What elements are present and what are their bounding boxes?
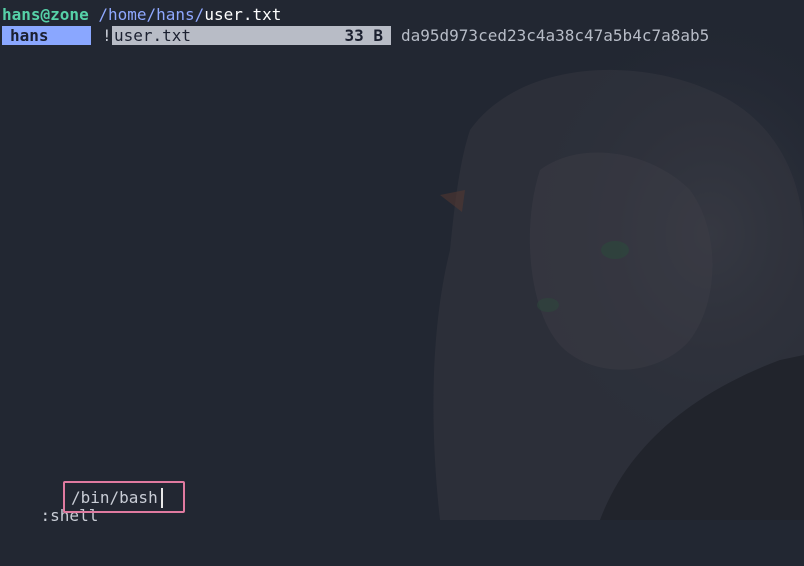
file-preview-content: da95d973ced23c4a38c47a5b4c7a8ab5 (401, 26, 710, 45)
terminal-window: hans@zone /home/hans/user.txt hans ! use… (0, 0, 804, 525)
tab-hans[interactable]: hans (2, 26, 91, 45)
text-cursor (161, 488, 163, 508)
file-marker: ! (102, 26, 112, 45)
selected-file-entry[interactable]: user.txt 33 B (112, 26, 391, 45)
file-name: user.txt (114, 26, 192, 45)
command-input[interactable]: /bin/bash (63, 481, 185, 513)
command-line: :shell /bin/bash (2, 481, 185, 525)
tab-label: hans (10, 26, 49, 45)
file-list-row: hans ! user.txt 33 B da95d973ced23c4a38c… (2, 26, 709, 45)
command-input-value: /bin/bash (71, 488, 158, 507)
path-header: hans@zone /home/hans/user.txt (2, 5, 281, 25)
current-file-name: user.txt (204, 5, 282, 24)
current-dir-path[interactable]: /home/hans/ (98, 5, 204, 24)
user-host: hans@zone (2, 5, 89, 24)
file-size: 33 B (344, 26, 383, 45)
